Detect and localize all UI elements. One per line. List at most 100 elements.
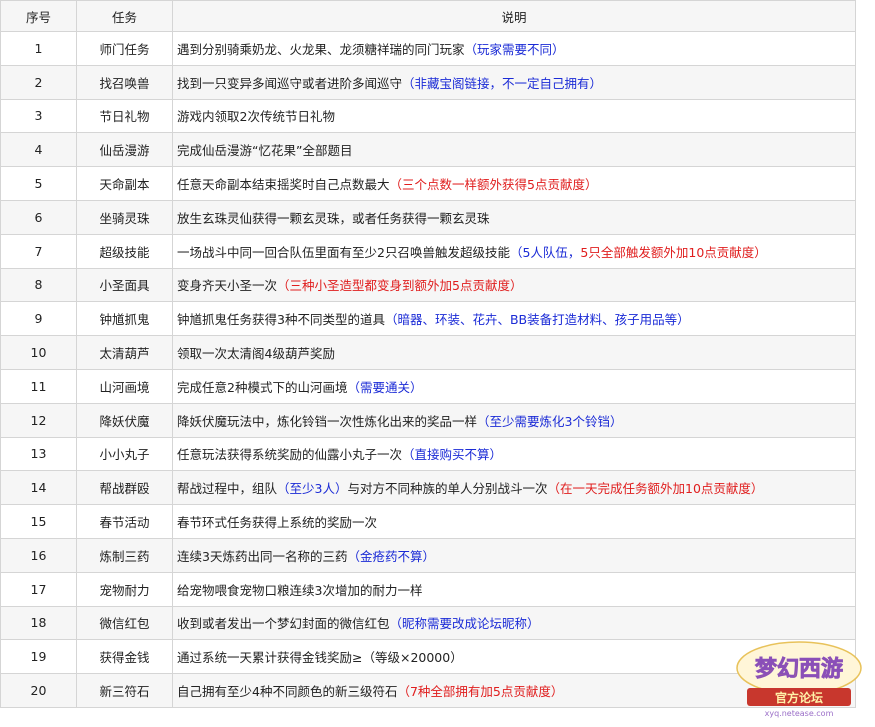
desc-text: 领取一次太清阁4级葫芦奖励 (177, 346, 335, 362)
table-row: 13 小小丸子 任意玩法获得系统奖励的仙露小丸子一次（直接购买不算） (0, 436, 856, 472)
desc-text: 收到或者发出一个梦幻封面的微信红包 (177, 616, 390, 632)
task-name: 微信红包 (76, 605, 173, 641)
task-description: 领取一次太清阁4级葫芦奖励 (172, 335, 856, 370)
task-description: 钟馗抓鬼任务获得3种不同类型的道具（暗器、环装、花卉、BB装备打造材料、孩子用品… (172, 301, 856, 337)
task-name: 宠物耐力 (76, 571, 173, 607)
task-name: 师门任务 (76, 31, 173, 66)
table-row: 8 小圣面具 变身齐天小圣一次（三种小圣造型都变身到额外加5点贡献度） (0, 267, 856, 303)
row-number: 5 (0, 166, 77, 201)
row-number: 7 (0, 233, 77, 269)
task-name: 小小丸子 (76, 436, 173, 472)
row-number: 14 (0, 470, 77, 506)
desc-note: （在一天完成任务额外加10点贡献度） (547, 481, 764, 497)
logo-url: xyq.netease.com (765, 709, 834, 718)
logo-subtitle: 官方论坛 (775, 690, 823, 705)
table-row: 16 炼制三药 连续3天炼药出同一名称的三药（金疮药不算） (0, 537, 856, 573)
task-description: 完成任意2种模式下的山河画境（需要通关） (172, 368, 856, 404)
row-number: 17 (0, 571, 77, 607)
task-name: 节日礼物 (76, 98, 173, 134)
desc-text: 任意天命副本结束摇奖时自己点数最大 (177, 177, 390, 193)
table-row: 5 天命副本 任意天命副本结束摇奖时自己点数最大（三个点数一样额外获得5点贡献度） (0, 166, 856, 201)
row-number: 20 (0, 673, 77, 708)
table-header-row: 序号 任务 说明 (0, 0, 856, 32)
table-row: 2 找召唤兽 找到一只变异多闻巡守或者进阶多闻巡守（非藏宝阁链接，不一定自己拥有） (0, 64, 856, 100)
task-description: 变身齐天小圣一次（三种小圣造型都变身到额外加5点贡献度） (172, 267, 856, 303)
desc-text: 遇到分别骑乘奶龙、火龙果、龙须糖祥瑞的同门玩家 (177, 41, 465, 57)
row-number: 10 (0, 335, 77, 370)
desc-text: 钟馗抓鬼任务获得3种不同类型的道具 (177, 312, 385, 328)
task-name: 超级技能 (76, 233, 173, 269)
task-name: 小圣面具 (76, 267, 173, 303)
task-name: 钟馗抓鬼 (76, 301, 173, 337)
desc-text: 连续3天炼药出同一名称的三药 (177, 548, 348, 564)
row-number: 13 (0, 436, 77, 472)
desc-note: （金疮药不算） (347, 548, 435, 564)
table-row: 1 师门任务 遇到分别骑乘奶龙、火龙果、龙须糖祥瑞的同门玩家（玩家需要不同） (0, 31, 856, 66)
header-num: 序号 (0, 0, 77, 32)
desc-note: （三种小圣造型都变身到额外加5点贡献度） (277, 278, 523, 294)
table-row: 18 微信红包 收到或者发出一个梦幻封面的微信红包（昵称需要改成论坛昵称） (0, 605, 856, 641)
table-row: 9 钟馗抓鬼 钟馗抓鬼任务获得3种不同类型的道具（暗器、环装、花卉、BB装备打造材料… (0, 301, 856, 337)
row-number: 15 (0, 504, 77, 539)
desc-text: 游戏内领取2次传统节日礼物 (177, 109, 335, 125)
task-name: 获得金钱 (76, 639, 173, 675)
table-row: 11 山河画境 完成任意2种模式下的山河画境（需要通关） (0, 368, 856, 404)
table-row: 17 宠物耐力 给宠物喂食宠物口粮连续3次增加的耐力一样 (0, 571, 856, 607)
task-description: 找到一只变异多闻巡守或者进阶多闻巡守（非藏宝阁链接，不一定自己拥有） (172, 64, 856, 100)
task-description: 降妖伏魔玩法中，炼化铃铛一次性炼化出来的奖品一样（至少需要炼化3个铃铛） (172, 402, 856, 438)
task-description: 完成仙岳漫游“忆花果”全部题目 (172, 132, 856, 168)
table-row: 19 获得金钱 通过系统一天累计获得金钱奖励≥（等级×20000） (0, 639, 856, 675)
task-name: 新三符石 (76, 673, 173, 708)
row-number: 9 (0, 301, 77, 337)
task-name: 炼制三药 (76, 537, 173, 573)
desc-note: （玩家需要不同） (464, 41, 565, 57)
desc-note: （非藏宝阁链接，不一定自己拥有） (402, 75, 603, 91)
logo-title: 梦幻西游 (755, 656, 843, 682)
desc-note: （5人队伍， (509, 244, 581, 260)
task-description: 给宠物喂食宠物口粮连续3次增加的耐力一样 (172, 571, 856, 607)
row-number: 2 (0, 64, 77, 100)
row-number: 6 (0, 199, 77, 235)
task-description: 连续3天炼药出同一名称的三药（金疮药不算） (172, 537, 856, 573)
task-description: 放生玄珠灵仙获得一颗玄灵珠，或者任务获得一颗玄灵珠 (172, 199, 856, 235)
desc-note: （三个点数一样额外获得5点贡献度） (389, 177, 598, 193)
row-number: 12 (0, 402, 77, 438)
table-body: 1 师门任务 遇到分别骑乘奶龙、火龙果、龙须糖祥瑞的同门玩家（玩家需要不同） 2 找召唤… (0, 31, 856, 708)
desc-text: 完成任意2种模式下的山河画境 (177, 379, 348, 395)
header-desc: 说明 (172, 0, 856, 32)
task-description: 遇到分别骑乘奶龙、火龙果、龙须糖祥瑞的同门玩家（玩家需要不同） (172, 31, 856, 66)
desc-note: （至少3人） (277, 481, 348, 497)
table-row: 3 节日礼物 游戏内领取2次传统节日礼物 (0, 98, 856, 134)
desc-note: 5只全部触发额外加10点贡献度） (580, 244, 767, 260)
row-number: 11 (0, 368, 77, 404)
desc-note: （7种全部拥有加5点贡献度） (397, 684, 564, 700)
task-name: 天命副本 (76, 166, 173, 201)
row-number: 4 (0, 132, 77, 168)
desc-note: （暗器、环装、花卉、BB装备打造材料、孩子用品等） (384, 312, 690, 328)
table-row: 10 太清葫芦 领取一次太清阁4级葫芦奖励 (0, 335, 856, 370)
desc-text: 完成仙岳漫游“忆花果”全部题目 (177, 143, 353, 159)
row-number: 8 (0, 267, 77, 303)
task-name: 帮战群殴 (76, 470, 173, 506)
desc-text: 找到一只变异多闻巡守或者进阶多闻巡守 (177, 75, 403, 91)
task-name: 降妖伏魔 (76, 402, 173, 438)
row-number: 16 (0, 537, 77, 573)
desc-text: 与对方不同种族的单人分别战斗一次 (347, 481, 548, 497)
table-row: 14 帮战群殴 帮战过程中，组队（至少3人）与对方不同种族的单人分别战斗一次（在一天… (0, 470, 856, 506)
task-name: 仙岳漫游 (76, 132, 173, 168)
table-row: 7 超级技能 一场战斗中同一回合队伍里面有至少2只召唤兽触发超级技能（5人队伍，5只… (0, 233, 856, 269)
task-description: 任意天命副本结束摇奖时自己点数最大（三个点数一样额外获得5点贡献度） (172, 166, 856, 201)
task-description: 任意玩法获得系统奖励的仙露小丸子一次（直接购买不算） (172, 436, 856, 472)
table-row: 4 仙岳漫游 完成仙岳漫游“忆花果”全部题目 (0, 132, 856, 168)
game-logo: 梦幻西游 官方论坛 xyq.netease.com (736, 641, 862, 718)
desc-note: （需要通关） (347, 379, 423, 395)
desc-text: 自己拥有至少4种不同颜色的新三级符石 (177, 684, 398, 700)
desc-note: （至少需要炼化3个铃铛） (477, 413, 623, 429)
table-row: 20 新三符石 自己拥有至少4种不同颜色的新三级符石（7种全部拥有加5点贡献度） (0, 673, 856, 708)
task-description: 一场战斗中同一回合队伍里面有至少2只召唤兽触发超级技能（5人队伍，5只全部触发额… (172, 233, 856, 269)
table-row: 15 春节活动 春节环式任务获得上系统的奖励一次 (0, 504, 856, 539)
table-row: 12 降妖伏魔 降妖伏魔玩法中，炼化铃铛一次性炼化出来的奖品一样（至少需要炼化3个铃… (0, 402, 856, 438)
task-name: 找召唤兽 (76, 64, 173, 100)
desc-text: 春节环式任务获得上系统的奖励一次 (177, 515, 378, 531)
task-description: 春节环式任务获得上系统的奖励一次 (172, 504, 856, 539)
